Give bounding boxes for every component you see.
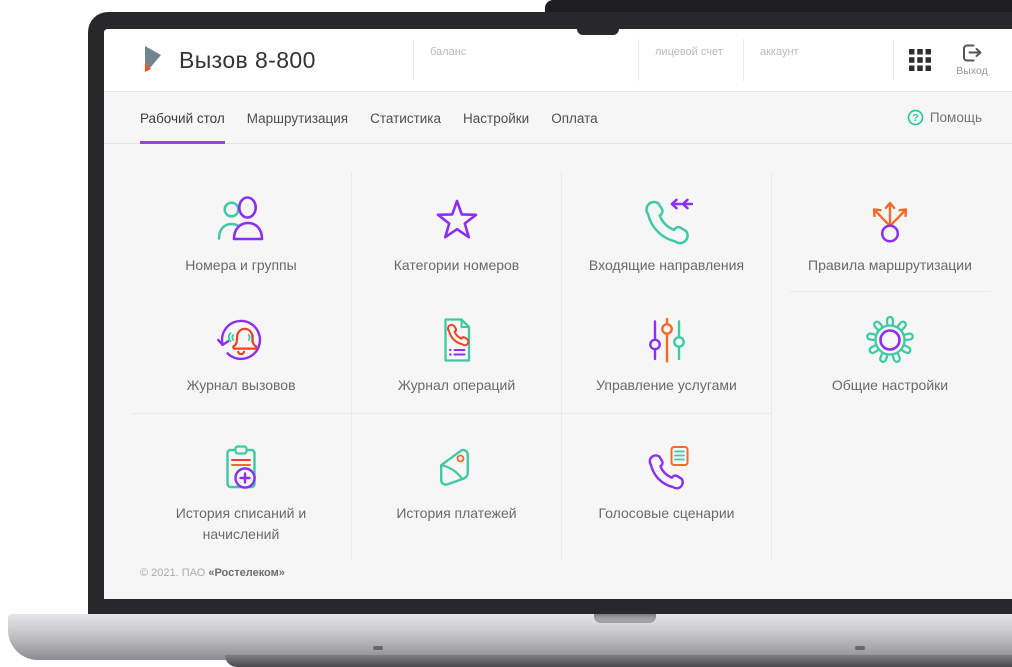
help-button[interactable]: ? Помощь bbox=[907, 92, 982, 143]
voice-script-phone-icon bbox=[641, 442, 693, 498]
gear-icon bbox=[864, 314, 916, 370]
app-window: Вызов 8-800 баланс лицевой счет аккаунт bbox=[104, 29, 1012, 599]
tile-label: Входящие направления bbox=[588, 257, 745, 273]
account-label: аккаунт bbox=[760, 46, 799, 58]
laptop-lid-groove bbox=[594, 614, 656, 623]
tab-statistics[interactable]: Статистика bbox=[370, 92, 441, 144]
logout-button[interactable]: Выход bbox=[947, 43, 997, 77]
header-divider bbox=[743, 39, 744, 81]
sliders-icon bbox=[641, 314, 693, 370]
tile-label: Номера и группы bbox=[185, 257, 297, 273]
balance-label: баланс bbox=[430, 46, 467, 58]
help-label: Помощь bbox=[929, 110, 982, 125]
tile-charges-history[interactable]: История списаний и начислений bbox=[131, 413, 352, 561]
wallet-icon bbox=[431, 442, 483, 498]
nav-tabs: Рабочий стол Маршрутизация Статистика На… bbox=[104, 92, 1012, 144]
empty-cell bbox=[772, 413, 1008, 561]
tile-incoming-directions[interactable]: Входящие направления bbox=[562, 172, 772, 292]
header-divider bbox=[638, 39, 639, 81]
star-icon bbox=[431, 194, 483, 250]
tile-label: Журнал операций bbox=[397, 377, 516, 393]
laptop-mockup: Вызов 8-800 баланс лицевой счет аккаунт bbox=[0, 0, 1012, 667]
tile-label: История платежей bbox=[396, 505, 517, 521]
bell-refresh-icon bbox=[215, 314, 267, 370]
tile-label: Голосовые сценарии bbox=[598, 505, 735, 521]
routing-arrows-icon bbox=[864, 194, 916, 250]
tile-number-categories[interactable]: Категории номеров bbox=[352, 172, 562, 292]
laptop-foot bbox=[373, 646, 383, 650]
tile-operations-log[interactable]: Журнал операций bbox=[352, 292, 562, 413]
tile-label: Общие настройки bbox=[831, 377, 949, 393]
logout-label: Выход bbox=[956, 65, 988, 77]
tile-label: Управление услугами bbox=[596, 377, 737, 393]
footer-copyright: © 2021. ПАО «Ростелеком» bbox=[140, 567, 1012, 579]
webcam-notch bbox=[577, 29, 619, 35]
laptop-foot bbox=[855, 646, 865, 650]
tab-desktop[interactable]: Рабочий стол bbox=[140, 92, 225, 144]
tile-numbers-and-groups[interactable]: Номера и группы bbox=[131, 172, 352, 292]
tab-routing[interactable]: Маршрутизация bbox=[247, 92, 348, 144]
svg-text:?: ? bbox=[912, 113, 918, 124]
tile-label: Журнал вызовов bbox=[186, 377, 296, 393]
copyright-text: © 2021. ПАО bbox=[140, 567, 209, 579]
header-divider bbox=[893, 39, 894, 81]
tab-payment[interactable]: Оплата bbox=[551, 92, 597, 144]
laptop-screen: Вызов 8-800 баланс лицевой счет аккаунт bbox=[104, 29, 1012, 599]
app-header: Вызов 8-800 баланс лицевой счет аккаунт bbox=[104, 29, 1012, 92]
document-phone-icon bbox=[431, 314, 483, 370]
tile-call-log[interactable]: Журнал вызовов bbox=[131, 292, 352, 413]
tab-settings[interactable]: Настройки bbox=[463, 92, 529, 144]
header-divider bbox=[413, 39, 414, 81]
main-content: Номера и группы Категории номеров Входящ… bbox=[104, 144, 1012, 599]
tile-routing-rules[interactable]: Правила маршрутизации bbox=[772, 172, 1008, 292]
company-link[interactable]: «Ростелеком» bbox=[208, 567, 285, 579]
tile-payment-history[interactable]: История платежей bbox=[352, 413, 562, 561]
tile-label: Правила маршрутизации bbox=[808, 257, 972, 273]
tile-voice-scenarios[interactable]: Голосовые сценарии bbox=[562, 413, 772, 561]
tile-general-settings[interactable]: Общие настройки bbox=[772, 292, 1008, 413]
laptop-base bbox=[8, 614, 1012, 660]
tile-label: История списаний и начислений bbox=[175, 505, 307, 542]
rostelecom-logo-icon bbox=[145, 46, 161, 72]
tile-grid: Номера и группы Категории номеров Входящ… bbox=[131, 172, 1008, 561]
question-circle-icon: ? bbox=[907, 109, 924, 126]
logout-icon bbox=[963, 44, 982, 62]
people-icon bbox=[215, 194, 267, 250]
tile-service-management[interactable]: Управление услугами bbox=[562, 292, 772, 413]
page-title: Вызов 8-800 bbox=[179, 46, 316, 73]
personal-account-label: лицевой счет bbox=[655, 46, 723, 58]
grid-apps-icon[interactable] bbox=[909, 49, 931, 71]
laptop-base-bottom bbox=[225, 655, 1012, 667]
tile-label: Категории номеров bbox=[393, 257, 520, 273]
incoming-phone-icon bbox=[641, 194, 693, 250]
clipboard-plus-icon bbox=[215, 442, 267, 498]
